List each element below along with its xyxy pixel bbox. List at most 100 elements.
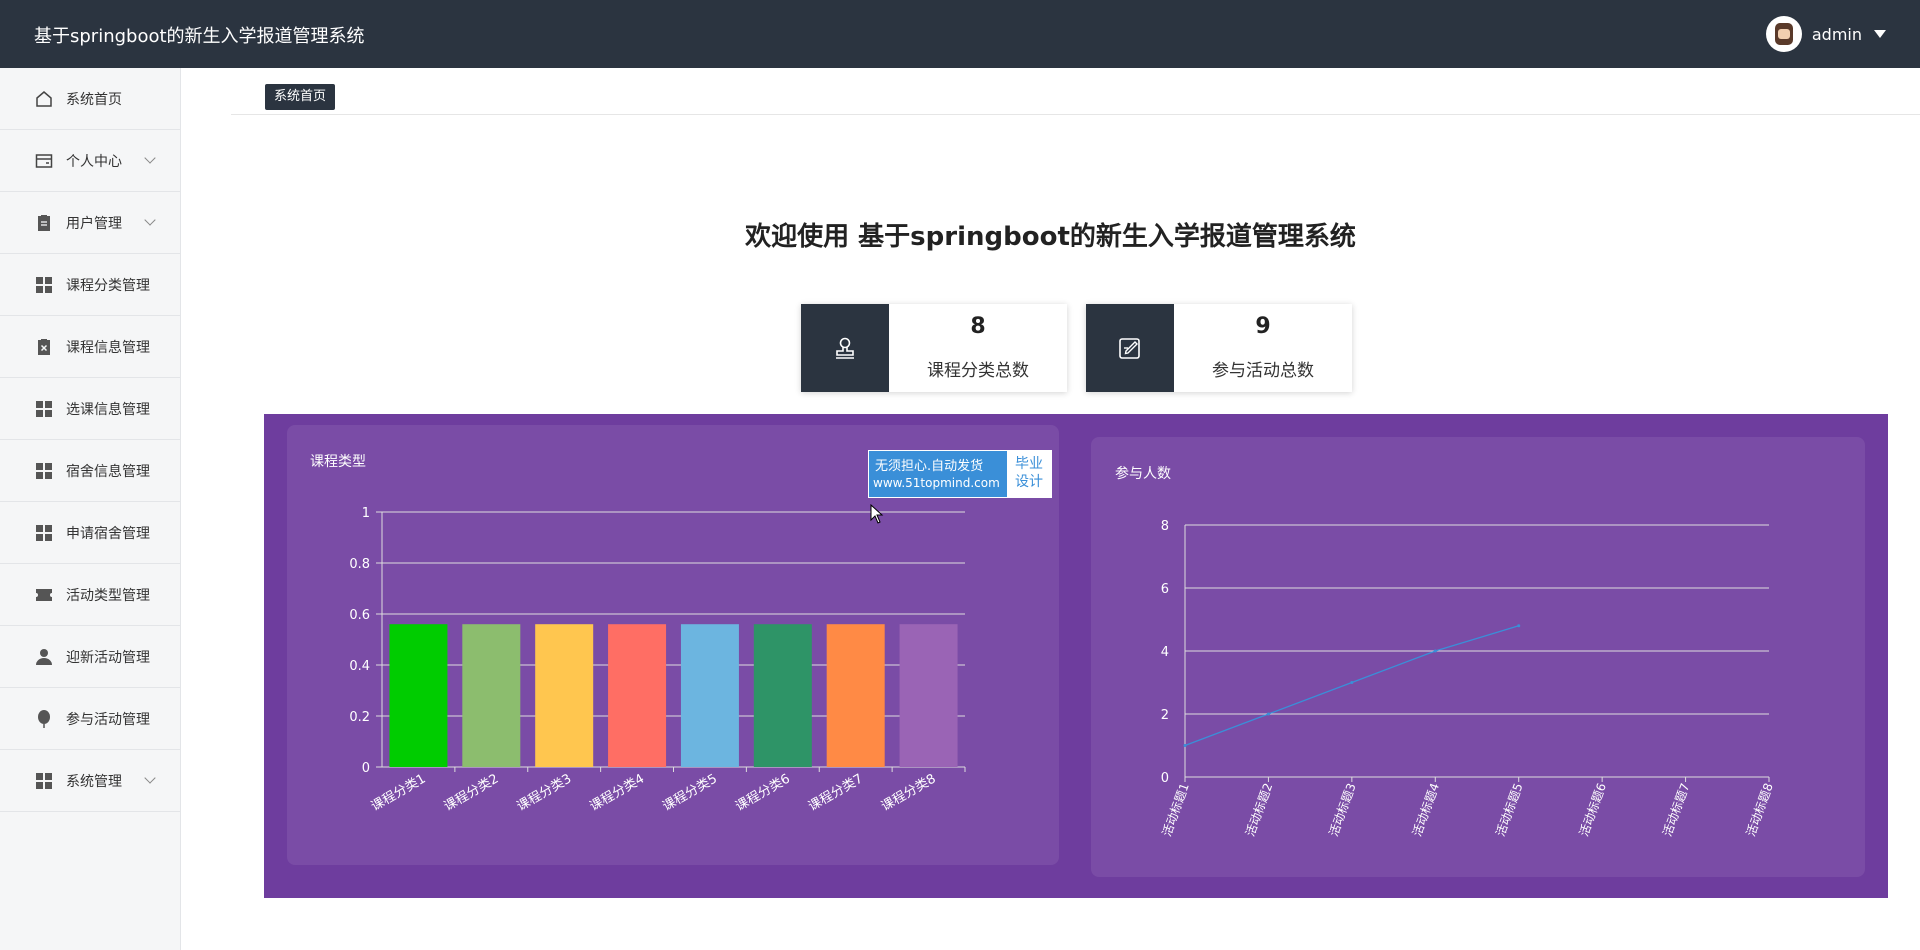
x-tick-label: 课程分类4 bbox=[587, 771, 647, 814]
chevron-down-icon[interactable] bbox=[144, 152, 156, 164]
data-point bbox=[1183, 744, 1187, 747]
sidebar: 系统首页 个人中心 用户管理 课程分类管理 课程信息管理 选课信息管理 宿舍信息… bbox=[0, 68, 181, 950]
y-tick-label: 8 bbox=[1161, 519, 1169, 534]
breadcrumb-home-tag[interactable]: 系统首页 bbox=[265, 84, 336, 110]
sidebar-item-label: 系统首页 bbox=[66, 91, 122, 108]
caret-down-icon[interactable] bbox=[1874, 30, 1886, 38]
wallet-icon bbox=[34, 151, 54, 171]
sidebar-item-course-category[interactable]: 课程分类管理 bbox=[0, 254, 180, 316]
data-point bbox=[1517, 624, 1521, 628]
x-tick-label: 活动标题2 bbox=[1243, 781, 1275, 838]
top-bar: 基于springboot的新生入学报道管理系统 admin bbox=[0, 0, 1920, 68]
watermark-ad[interactable]: 无须担心.自动发货 www.51topmind.com 毕业 设计 bbox=[868, 450, 1052, 498]
stat-value: 9 bbox=[1255, 314, 1271, 339]
x-tick-label: 课程分类1 bbox=[369, 771, 429, 814]
participants-chart-card: 参与人数 0 2 4 6 8 活动标题1 活动标题2 活动标题3 活动标题4 活动标题5 活动标题6… bbox=[1091, 437, 1865, 877]
chevron-down-icon[interactable] bbox=[144, 772, 156, 784]
y-tick-label: 4 bbox=[1161, 645, 1169, 660]
username[interactable]: admin bbox=[1812, 25, 1862, 44]
chevron-down-icon[interactable] bbox=[144, 214, 156, 226]
ad-tag2: 设计 bbox=[1015, 474, 1043, 490]
balloon-icon bbox=[34, 709, 54, 729]
data-point bbox=[1266, 712, 1270, 716]
grid-icon bbox=[34, 275, 54, 295]
sidebar-item-personal-center[interactable]: 个人中心 bbox=[0, 130, 180, 192]
x-tick-label: 课程分类3 bbox=[514, 771, 574, 814]
stat-value: 8 bbox=[970, 314, 986, 339]
home-icon bbox=[34, 89, 54, 109]
sidebar-item-label: 选课信息管理 bbox=[66, 401, 150, 418]
bar bbox=[753, 624, 812, 767]
sidebar-item-dormitory-application[interactable]: 申请宿舍管理 bbox=[0, 502, 180, 564]
sidebar-item-label: 参与活动管理 bbox=[66, 711, 150, 728]
sidebar-item-label: 系统管理 bbox=[66, 773, 122, 790]
user-menu[interactable]: admin bbox=[1765, 16, 1886, 52]
x-tick-label: 活动标题5 bbox=[1493, 781, 1525, 838]
ad-tag1: 毕业 bbox=[1015, 456, 1043, 472]
x-tick-label: 课程分类5 bbox=[660, 771, 720, 814]
stat-card-activity-participation: 9 参与活动总数 bbox=[1086, 304, 1352, 392]
sidebar-item-label: 课程信息管理 bbox=[66, 339, 150, 356]
sidebar-item-join-activity[interactable]: 参与活动管理 bbox=[0, 688, 180, 750]
y-tick-label: 2 bbox=[1161, 708, 1169, 723]
bar bbox=[826, 624, 885, 767]
y-tick-label: 0.6 bbox=[349, 608, 370, 623]
sidebar-item-label: 申请宿舍管理 bbox=[66, 525, 150, 542]
ticket-icon bbox=[34, 585, 54, 605]
sidebar-item-label: 活动类型管理 bbox=[66, 587, 150, 604]
sidebar-item-dormitory-info[interactable]: 宿舍信息管理 bbox=[0, 440, 180, 502]
bar bbox=[462, 624, 521, 767]
line-chart: 0 2 4 6 8 活动标题1 活动标题2 活动标题3 活动标题4 活动标题5 活动标题6 活动标题7… bbox=[1160, 519, 1776, 838]
grid-icon bbox=[34, 461, 54, 481]
sidebar-item-course-selection[interactable]: 选课信息管理 bbox=[0, 378, 180, 440]
stamp-icon bbox=[801, 304, 889, 392]
welcome-title: 欢迎使用 基于springboot的新生入学报道管理系统 bbox=[745, 222, 1356, 252]
x-tick-label: 课程分类2 bbox=[442, 771, 502, 814]
y-tick-label: 0 bbox=[362, 761, 370, 776]
sidebar-item-label: 课程分类管理 bbox=[66, 277, 150, 294]
x-tick-label: 活动标题1 bbox=[1160, 781, 1192, 838]
clipboard-x-icon bbox=[34, 337, 54, 357]
x-tick-label: 活动标题8 bbox=[1744, 781, 1776, 838]
y-tick-label: 0 bbox=[1161, 771, 1169, 786]
y-tick-label: 0.4 bbox=[349, 659, 370, 674]
grid-icon bbox=[34, 399, 54, 419]
y-tick-label: 0.8 bbox=[349, 557, 370, 572]
y-tick-label: 0.2 bbox=[349, 710, 370, 725]
avatar[interactable] bbox=[1765, 16, 1802, 52]
bar bbox=[899, 624, 958, 767]
breadcrumb: 系统首页 bbox=[231, 68, 1920, 115]
ad-line1: 无须担心.自动发货 bbox=[875, 459, 984, 474]
series-line bbox=[1184, 625, 1519, 747]
stat-label: 课程分类总数 bbox=[927, 361, 1029, 381]
stat-card-course-category: 8 课程分类总数 bbox=[801, 304, 1067, 392]
sidebar-item-label: 用户管理 bbox=[66, 215, 122, 232]
sidebar-item-activity-type[interactable]: 活动类型管理 bbox=[0, 564, 180, 626]
bar bbox=[535, 624, 594, 767]
mouse-cursor-icon bbox=[870, 504, 884, 524]
sidebar-item-user-management[interactable]: 用户管理 bbox=[0, 192, 180, 254]
sidebar-item-course-info[interactable]: 课程信息管理 bbox=[0, 316, 180, 378]
ad-url[interactable]: www.51topmind.com bbox=[873, 476, 1000, 490]
bar bbox=[608, 624, 667, 767]
data-point bbox=[1433, 649, 1437, 653]
sidebar-item-system-management[interactable]: 系统管理 bbox=[0, 750, 180, 812]
clipboard-icon bbox=[34, 213, 54, 233]
grid-icon bbox=[34, 771, 54, 791]
user-icon bbox=[34, 647, 54, 667]
grid-icon bbox=[34, 523, 54, 543]
sidebar-item-home[interactable]: 系统首页 bbox=[0, 68, 180, 130]
x-tick-label: 课程分类8 bbox=[879, 771, 939, 814]
y-tick-label: 1 bbox=[362, 506, 370, 521]
y-tick-label: 6 bbox=[1161, 582, 1169, 597]
x-tick-label: 活动标题7 bbox=[1660, 781, 1692, 838]
bar bbox=[680, 624, 739, 767]
bar bbox=[389, 624, 448, 767]
app-title: 基于springboot的新生入学报道管理系统 bbox=[34, 26, 365, 47]
x-tick-label: 活动标题4 bbox=[1410, 781, 1442, 838]
x-tick-label: 活动标题3 bbox=[1326, 781, 1358, 838]
data-point bbox=[1350, 681, 1354, 684]
sidebar-item-label: 宿舍信息管理 bbox=[66, 463, 150, 480]
x-tick-label: 课程分类6 bbox=[733, 771, 793, 814]
sidebar-item-welcome-activity[interactable]: 迎新活动管理 bbox=[0, 626, 180, 688]
